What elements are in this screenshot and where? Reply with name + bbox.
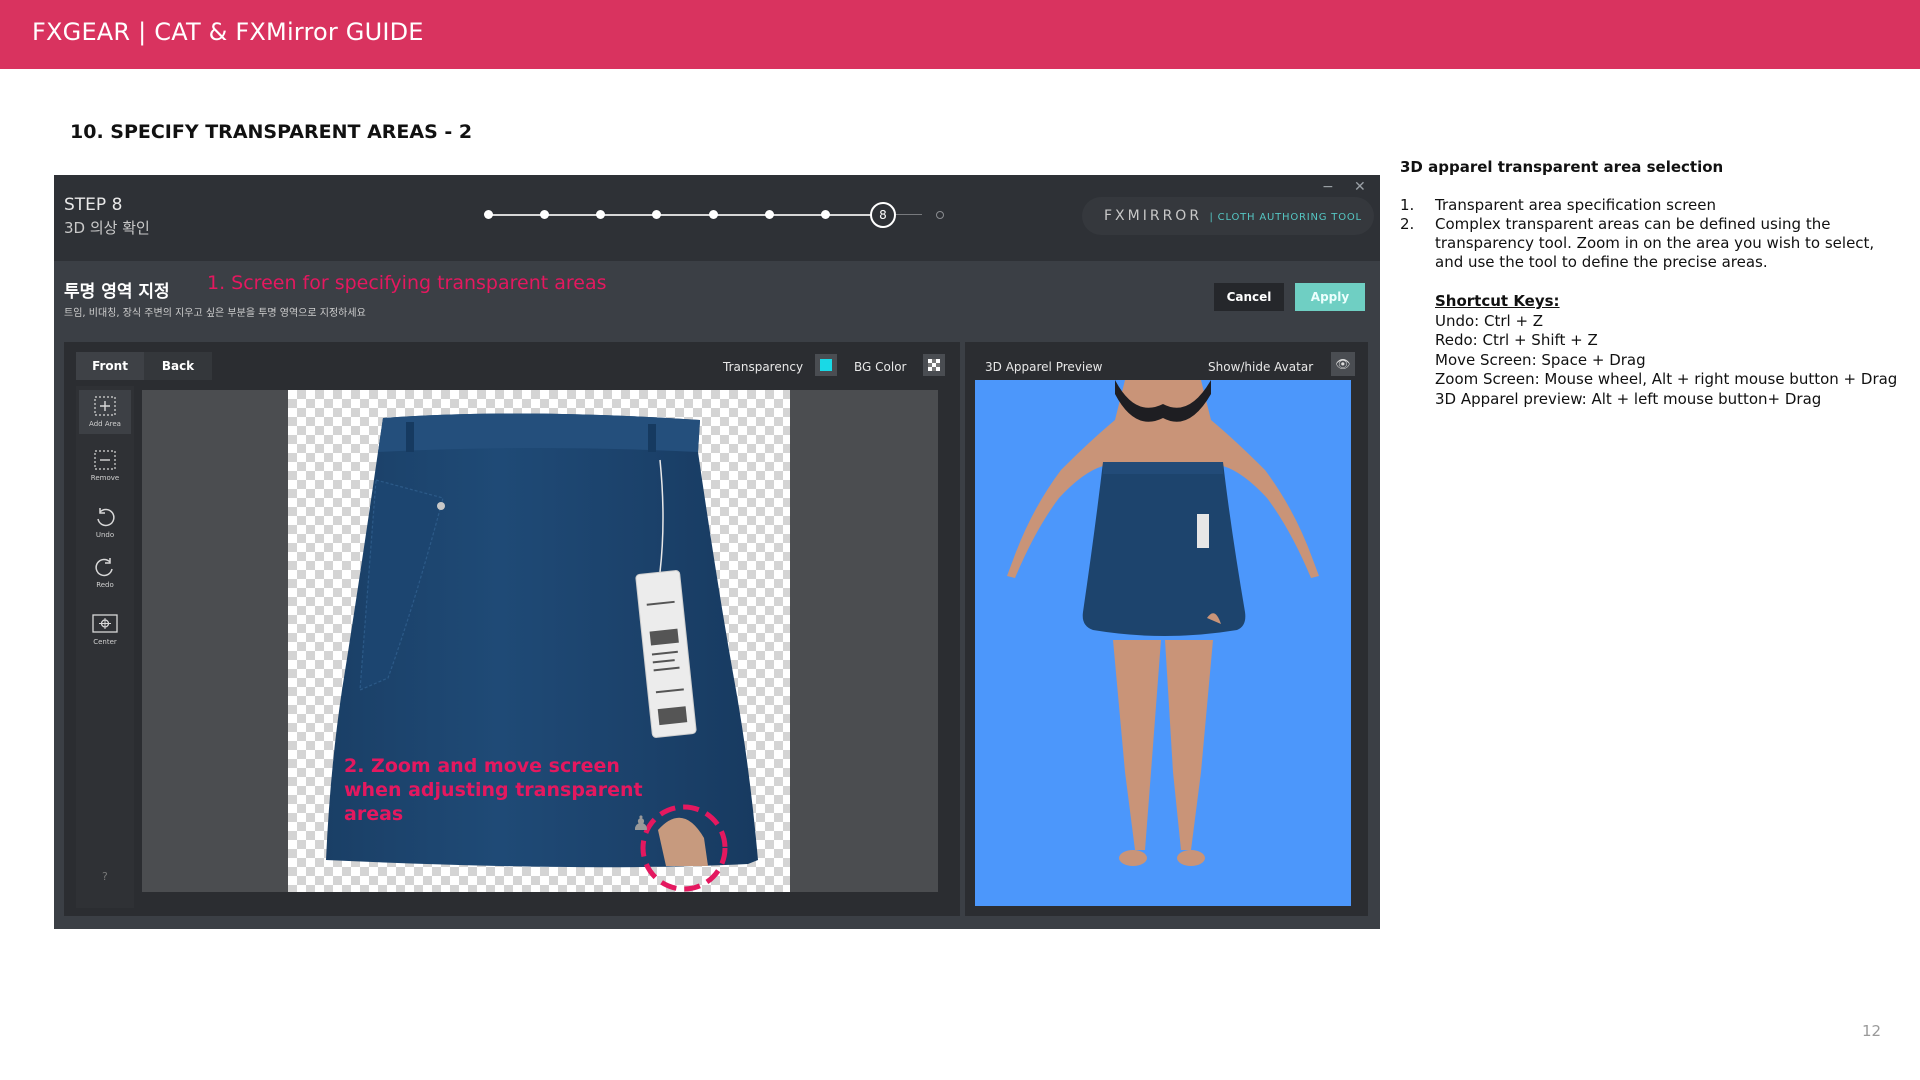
shortcuts-title: Shortcut Keys: [1435,292,1560,310]
progress-step [596,210,605,219]
progress-step [821,210,830,219]
app-header: − ✕ STEP 8 3D 의상 확인 8 FXMIRROR | CLOTH A… [54,175,1380,261]
avatar-model [1007,380,1319,866]
apply-button[interactable]: Apply [1295,283,1365,311]
progress-current-step: 8 [870,202,896,228]
progress-step [540,210,549,219]
annotation-screen: 1. Screen for specifying transparent are… [207,272,607,294]
progress-step [652,210,661,219]
show-hide-avatar-label: Show/hide Avatar [1208,360,1314,374]
tool-label: Redo [96,581,114,589]
remove-area-tool[interactable]: Remove [79,444,131,488]
step-number: 1. [1400,196,1415,214]
tab-back[interactable]: Back [144,352,212,380]
progress-step-pending [936,211,944,219]
minimize-icon[interactable]: − [1322,179,1334,195]
brand-subtitle: | CLOTH AUTHORING TOOL [1209,212,1362,223]
area-title: 투명 영역 지정 [64,282,170,302]
eye-icon[interactable]: 👁 [1331,352,1355,376]
shortcut-item: Redo: Ctrl + Shift + Z [1435,331,1598,349]
step-text: Complex transparent areas can be defined… [1435,215,1875,271]
banner-title: FXGEAR | CAT & FXMirror GUIDE [32,18,424,46]
tab-front[interactable]: Front [76,352,144,380]
step-number: 2. [1400,215,1415,233]
description-steps: 1. Transparent area specification screen… [1400,196,1900,272]
brand-logo: FXMIRROR | CLOTH AUTHORING TOOL [1082,197,1374,235]
undo-tool[interactable]: Undo [79,501,131,545]
app-window: − ✕ STEP 8 3D 의상 확인 8 FXMIRROR | CLOTH A… [54,175,1380,929]
remove-area-icon [94,450,116,470]
close-icon[interactable]: ✕ [1354,179,1366,195]
tool-label: Undo [95,531,115,539]
add-area-tool[interactable]: Add Area [79,390,131,434]
transparency-label: Transparency [723,360,804,374]
tool-label: Center [93,638,117,646]
tool-label: Add Area [89,420,121,428]
shortcut-keys: Shortcut Keys: Undo: Ctrl + Z Redo: Ctrl… [1435,292,1905,409]
progress-step [484,210,493,219]
redo-tool[interactable]: Redo [79,551,131,595]
transparency-editor: Front Back Transparency BG Color Add Are… [64,342,960,916]
center-icon [92,614,118,633]
bg-color-label: BG Color [854,360,907,374]
page-number: 12 [1862,1022,1882,1040]
progress-step [709,210,718,219]
section-title: 10. SPECIFY TRANSPARENT AREAS - 2 [70,121,473,143]
redo-icon [95,558,113,577]
area-description: 트임, 비대칭, 장식 주변의 지우고 싶은 부분을 투명 영역으로 지정하세요 [64,308,366,319]
tool-sidebar: Add Area Remove Undo Redo Center ? [76,386,134,908]
step-title: STEP 8 [64,195,123,215]
transparency-color-swatch[interactable] [815,354,837,376]
shortcut-item: Move Screen: Space + Drag [1435,350,1646,369]
progress-step [765,210,774,219]
transparent-checkerboard[interactable]: ♟ 2. Zoom and move screen when adjusting… [288,390,790,892]
editing-canvas[interactable]: ♟ 2. Zoom and move screen when adjusting… [142,390,938,892]
shortcut-item: Zoom Screen: Mouse wheel, Alt + right mo… [1435,370,1898,388]
header-banner: FXGEAR | CAT & FXMirror GUIDE [0,0,1920,69]
step-text: Transparent area specification screen [1435,196,1717,214]
add-area-icon [94,396,116,416]
undo-icon [97,508,115,527]
brand-name: FXMIRROR [1104,208,1203,224]
center-tool[interactable]: Center [79,608,131,652]
3d-preview-viewport[interactable] [975,380,1351,906]
annotation-zoom: 2. Zoom and move screen when adjusting t… [344,755,643,825]
preview-title: 3D Apparel Preview [985,360,1103,374]
step-subtitle: 3D 의상 확인 [64,219,150,237]
cancel-button[interactable]: Cancel [1214,283,1284,311]
list-item: 1. Transparent area specification screen [1400,196,1900,215]
shortcut-item: 3D Apparel preview: Alt + left mouse but… [1435,389,1822,408]
tool-label: Remove [90,474,120,482]
description-heading: 3D apparel transparent area selection [1400,158,1724,176]
list-item: 2. Complex transparent areas can be defi… [1400,215,1900,272]
apparel-preview-panel: 3D Apparel Preview Show/hide Avatar 👁 [965,342,1368,916]
shortcut-item: Undo: Ctrl + Z [1435,311,1544,330]
bg-color-swatch[interactable] [923,354,945,376]
help-icon[interactable]: ? [102,870,108,883]
